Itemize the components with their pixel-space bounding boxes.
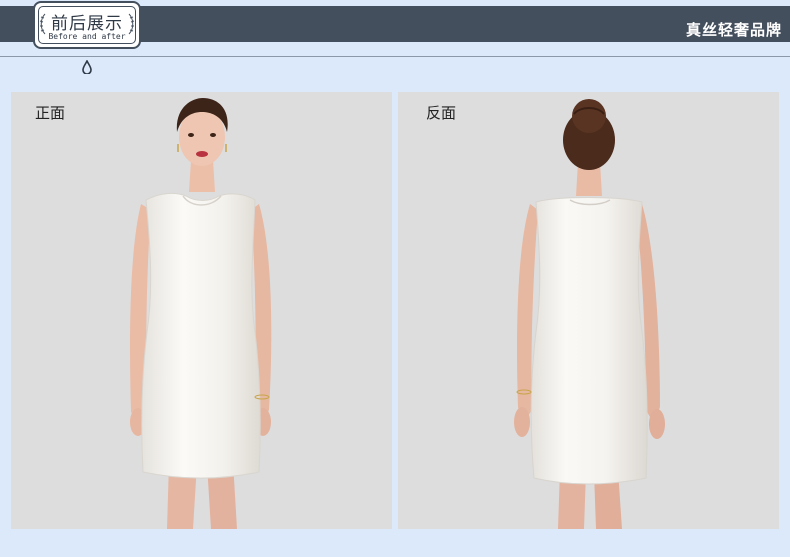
drop-icon [82,60,92,74]
brand-title: 真丝轻奢品牌 [685,21,782,39]
section-badge: 前后展示 Before and after [33,1,141,49]
front-model-image [130,98,272,529]
front-label: 正面 [35,104,66,122]
badge-title: 前后展示 [51,14,123,34]
back-model-image [514,99,665,529]
back-view-panel: 反面 [398,92,779,529]
back-label: 反面 [426,104,457,122]
header-divider [0,56,790,57]
badge-subtitle: Before and after [48,32,126,41]
front-view-panel: 正面 [11,92,392,529]
